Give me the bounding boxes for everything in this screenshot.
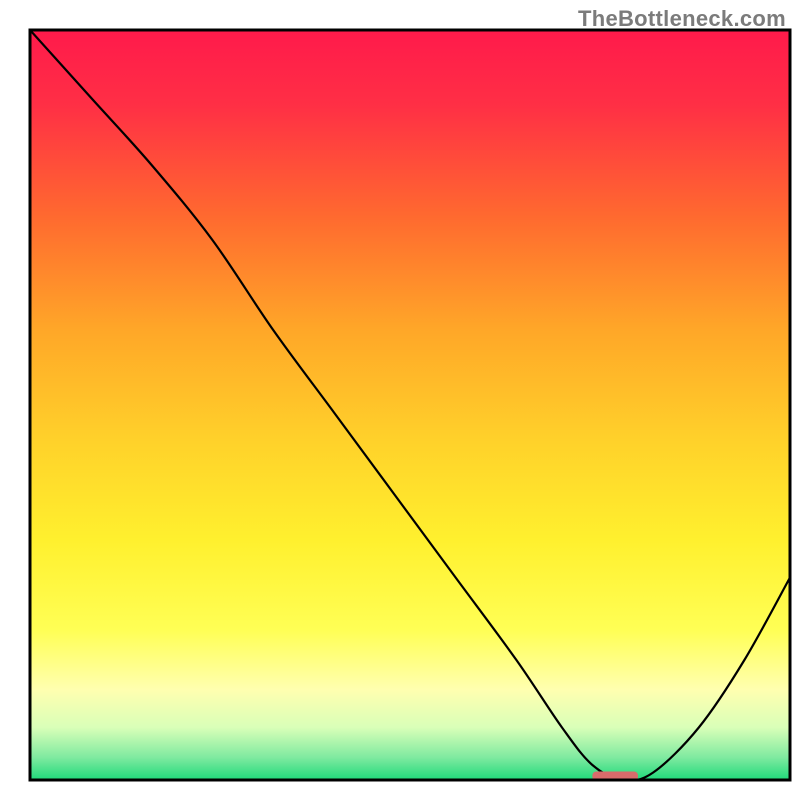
chart-container: TheBottleneck.com bbox=[0, 0, 800, 800]
watermark-text: TheBottleneck.com bbox=[578, 6, 786, 32]
bottleneck-chart bbox=[0, 0, 800, 800]
gradient-background bbox=[30, 30, 790, 780]
